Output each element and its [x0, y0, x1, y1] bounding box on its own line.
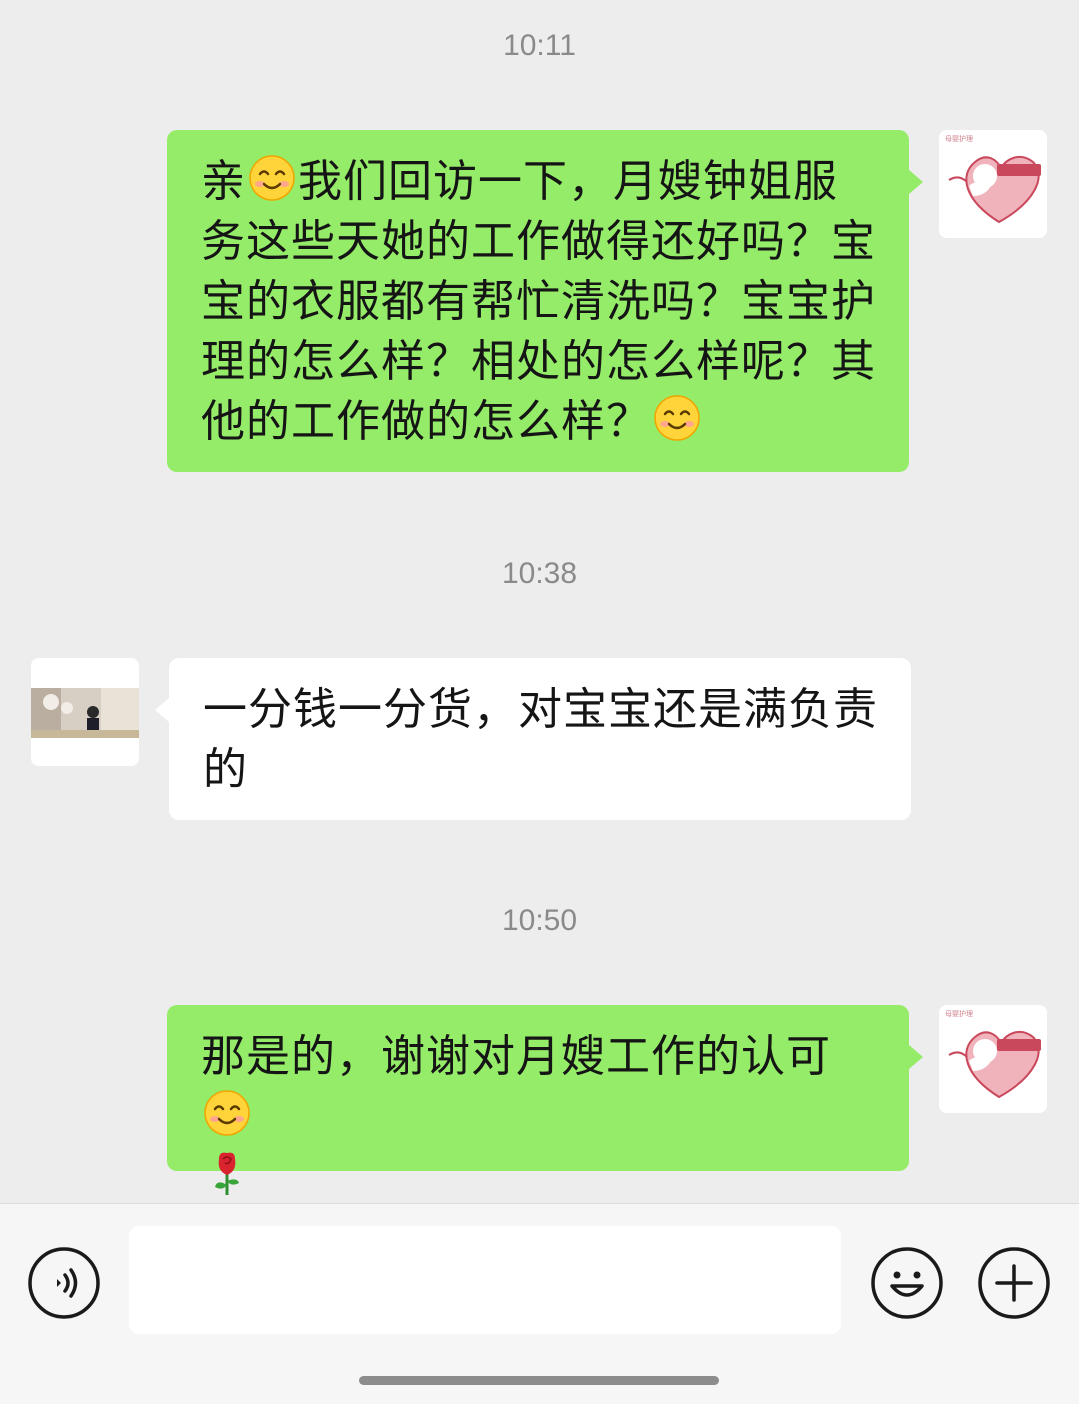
timestamp: 10:38 [501, 557, 578, 590]
message-bubble-outgoing[interactable]: 那是的，谢谢对月嫂工作的认可 [167, 1005, 923, 1195]
smile-emoji [653, 394, 701, 442]
heart-logo-icon [939, 130, 1047, 238]
input-toolbar [0, 1203, 1079, 1404]
smile-emoji [248, 154, 296, 202]
message-text: 我们回访一下，月嫂钟姐服务这些天她的工作做得还好吗？宝宝的衣服都有帮忙清洗吗？宝… [201, 156, 876, 447]
timestamp: 10:11 [503, 29, 576, 62]
avatar-self[interactable]: 母婴护理 [939, 1005, 1047, 1113]
timestamp: 10:50 [501, 904, 578, 937]
message-text: 亲 [201, 156, 246, 207]
emoji-icon[interactable] [870, 1246, 944, 1320]
plus-icon[interactable] [977, 1246, 1051, 1320]
home-indicator[interactable] [359, 1376, 719, 1385]
voice-icon[interactable] [27, 1246, 101, 1320]
message-text: 那是的，谢谢对月嫂工作的认可 [201, 1031, 831, 1082]
message-text: 一分钱一分货，对宝宝还是满负责的 [203, 684, 878, 795]
message-input[interactable] [129, 1226, 841, 1334]
message-bubble-outgoing[interactable]: 亲我们回访一下，月嫂钟姐服务这些天她的工作做得还好吗？宝宝的衣服都有帮忙清洗吗？… [167, 130, 923, 472]
avatar-logo-text: 母婴护理 [945, 1010, 973, 1018]
rose-emoji [215, 1152, 239, 1195]
avatar-contact[interactable] [31, 658, 139, 766]
smile-emoji [203, 1089, 251, 1137]
avatar-self[interactable]: 母婴护理 [939, 130, 1047, 238]
avatar-logo-text: 母婴护理 [945, 135, 973, 143]
chat-area[interactable]: 10:11 亲我们回访一下，月嫂钟姐服务这些天她的工作做得还好吗？宝宝的衣服都有… [0, 0, 1079, 1203]
message-bubble-incoming[interactable]: 一分钱一分货，对宝宝还是满负责的 [155, 658, 911, 820]
contact-photo-icon [31, 658, 139, 766]
heart-logo-icon [939, 1005, 1047, 1113]
